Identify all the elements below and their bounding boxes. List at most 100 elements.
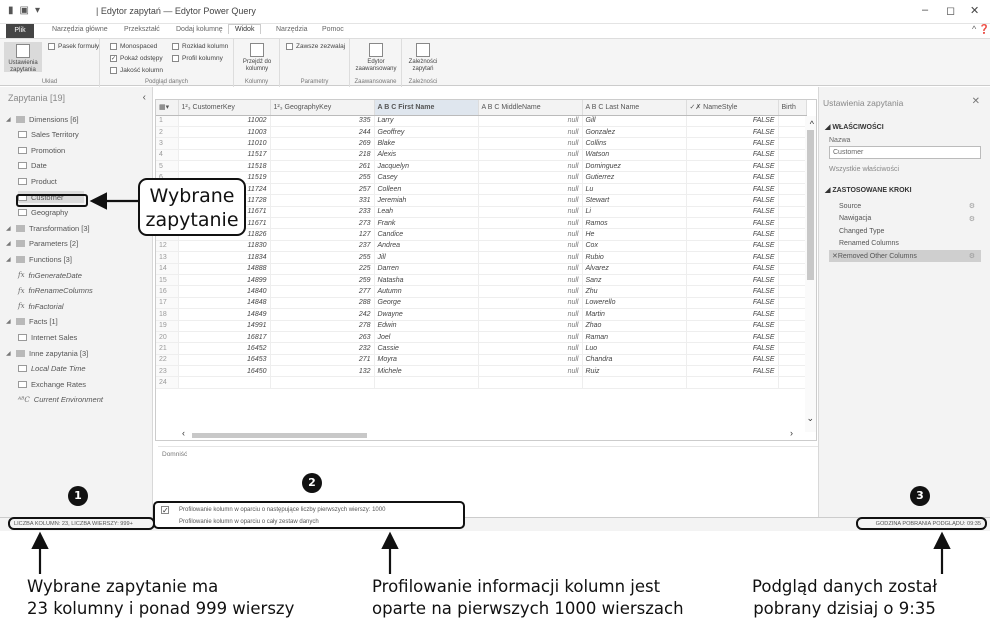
table-cell[interactable]: Zhu: [582, 285, 687, 298]
table-cell[interactable]: Jacquelyn: [374, 160, 479, 173]
query-group[interactable]: ◢ Facts [1]: [6, 316, 58, 328]
table-cell[interactable]: 16453: [178, 354, 271, 367]
table-cell[interactable]: 255: [270, 251, 375, 264]
table-cell[interactable]: null: [478, 228, 583, 241]
table-cell[interactable]: [478, 376, 583, 389]
vertical-scrollbar[interactable]: [805, 116, 816, 432]
table-cell[interactable]: Candice: [374, 228, 479, 241]
table-cell[interactable]: [778, 354, 807, 367]
always-allow-checkbox[interactable]: Zawsze zezwalaj: [286, 43, 345, 50]
table-cell[interactable]: null: [478, 331, 583, 344]
table-cell[interactable]: FALSE: [686, 274, 779, 287]
table-cell[interactable]: 237: [270, 240, 375, 253]
table-cell[interactable]: null: [478, 194, 583, 207]
table-cell[interactable]: null: [478, 160, 583, 173]
applied-step[interactable]: ✕ Removed Other Columns ⚙: [829, 250, 981, 262]
table-cell[interactable]: 273: [270, 217, 375, 230]
table-cell[interactable]: null: [478, 149, 583, 162]
query-item[interactable]: fx fnGenerateDate: [18, 269, 82, 281]
table-cell[interactable]: Leah: [374, 206, 479, 219]
table-cell[interactable]: FALSE: [686, 217, 779, 230]
query-item[interactable]: fx fnFactorial: [18, 300, 64, 312]
table-cell[interactable]: 242: [270, 308, 375, 321]
table-cell[interactable]: FALSE: [686, 331, 779, 344]
table-cell[interactable]: Geoffrey: [374, 126, 479, 139]
table-cell[interactable]: [778, 308, 807, 321]
table-cell[interactable]: [778, 251, 807, 264]
expand-arrow-icon[interactable]: ◢: [6, 116, 12, 123]
table-row[interactable]: 15 14899 259 Natasha null Sanz FALSE: [156, 274, 807, 287]
table-cell[interactable]: 127: [270, 228, 375, 241]
table-cell[interactable]: 16817: [178, 331, 271, 344]
expand-arrow-icon[interactable]: ◢: [6, 350, 12, 357]
table-cell[interactable]: 335: [270, 115, 375, 127]
query-item[interactable]: Product: [18, 175, 57, 187]
applied-step[interactable]: Nawigacja ⚙: [829, 213, 981, 225]
table-cell[interactable]: [778, 240, 807, 253]
table-cell[interactable]: 11003: [178, 126, 271, 139]
table-cell[interactable]: [778, 217, 807, 230]
table-cell[interactable]: null: [478, 126, 583, 139]
tab-tools[interactable]: Narzędzia: [276, 26, 308, 33]
table-cell[interactable]: [178, 376, 271, 389]
table-cell[interactable]: [778, 331, 807, 344]
table-cell[interactable]: Lowerello: [582, 297, 687, 310]
applied-step[interactable]: Source ⚙: [829, 200, 981, 212]
profiling-entire-dataset[interactable]: Profilowanie kolumn w oparciu o cały zes…: [179, 519, 319, 525]
query-name-input[interactable]: Customer: [829, 146, 981, 159]
table-cell[interactable]: [778, 183, 807, 196]
table-cell[interactable]: Gutierrez: [582, 171, 687, 184]
table-row[interactable]: 19 14991 278 Edwin null Zhao FALSE: [156, 320, 807, 332]
checked-icon[interactable]: ✓: [161, 506, 169, 515]
collapse-icon[interactable]: ‹: [143, 92, 146, 103]
table-cell[interactable]: 269: [270, 137, 375, 150]
table-cell[interactable]: [686, 376, 779, 389]
expand-arrow-icon[interactable]: ◢: [6, 240, 12, 247]
table-cell[interactable]: [778, 137, 807, 150]
table-cell[interactable]: [778, 206, 807, 219]
table-cell[interactable]: 263: [270, 331, 375, 344]
table-cell[interactable]: Li: [582, 206, 687, 219]
table-cell[interactable]: Michele: [374, 365, 479, 378]
table-row[interactable]: 811728331JeremiahnullStewartFALSE: [156, 194, 807, 207]
column-header-birth[interactable]: Birth: [778, 100, 807, 116]
advanced-editor-button[interactable]: Edytor zaawansowany: [354, 43, 398, 73]
table-cell[interactable]: FALSE: [686, 228, 779, 241]
table-cell[interactable]: Dominguez: [582, 160, 687, 173]
horizontal-scrollbar[interactable]: [178, 431, 798, 439]
go-to-column-button[interactable]: Przejdź do kolumny: [238, 43, 276, 73]
table-cell[interactable]: [778, 365, 807, 378]
gear-icon[interactable]: ⚙: [969, 202, 975, 210]
table-row[interactable]: 2 11003 244 Geoffrey null Gonzalez FALSE: [156, 126, 807, 139]
table-row[interactable]: 911671233LeahnullLiFALSE: [156, 206, 807, 219]
table-row[interactable]: 1 11002 335 Larry null Gill FALSE: [156, 115, 807, 127]
column-header-customerkey[interactable]: 1²₃ CustomerKey: [178, 100, 271, 116]
table-cell[interactable]: Gill: [582, 115, 687, 127]
table-cell[interactable]: null: [478, 342, 583, 355]
table-cell[interactable]: 14840: [178, 285, 271, 298]
column-header-geographykey[interactable]: 1²₃ GeographyKey: [270, 100, 375, 116]
query-item[interactable]: Date: [18, 160, 47, 172]
table-cell[interactable]: 14899: [178, 274, 271, 287]
table-cell[interactable]: null: [478, 297, 583, 310]
table-cell[interactable]: null: [478, 183, 583, 196]
column-header-namestyle[interactable]: ✓✗ NameStyle: [686, 100, 779, 116]
query-item[interactable]: Internet Sales: [18, 331, 77, 343]
table-menu-icon[interactable]: ▦▾: [156, 100, 179, 116]
table-cell[interactable]: 232: [270, 342, 375, 355]
table-cell[interactable]: 16450: [178, 365, 271, 378]
table-row[interactable]: 3 11010 269 Blake null Collins FALSE: [156, 137, 807, 150]
table-cell[interactable]: Alexis: [374, 149, 479, 162]
table-cell[interactable]: null: [478, 365, 583, 378]
column-profiling-option[interactable]: ✓ Profilowanie kolumn w oparciu o następ…: [153, 501, 465, 529]
table-cell[interactable]: 132: [270, 365, 375, 378]
table-cell[interactable]: FALSE: [686, 160, 779, 173]
table-cell[interactable]: null: [478, 115, 583, 127]
query-settings-button[interactable]: Ustawienia zapytania: [4, 42, 42, 73]
table-cell[interactable]: Watson: [582, 149, 687, 162]
table-row[interactable]: 12 11830 237 Andrea null Cox FALSE: [156, 240, 807, 253]
table-cell[interactable]: [778, 171, 807, 184]
table-row[interactable]: 20 16817 263 Joel null Raman FALSE: [156, 331, 807, 344]
table-cell[interactable]: [778, 320, 807, 332]
query-group[interactable]: ◢ Dimensions [6]: [6, 113, 79, 125]
